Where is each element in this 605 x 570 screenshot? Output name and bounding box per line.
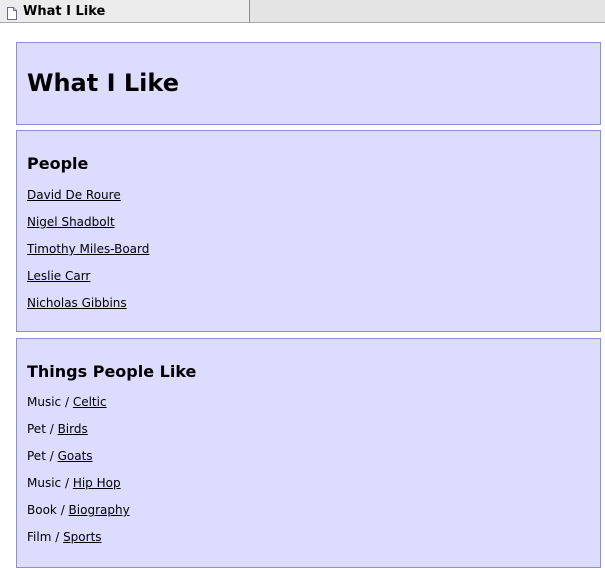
- list-item: Film / Sports: [27, 529, 102, 545]
- list-item: David De Roure: [27, 187, 121, 203]
- list-item: Music / Celtic: [27, 394, 107, 410]
- list-item: Pet / Birds: [27, 421, 88, 437]
- list-item: Nicholas Gibbins: [27, 295, 127, 311]
- person-link[interactable]: Nicholas Gibbins: [27, 296, 127, 310]
- separator: /: [51, 530, 64, 544]
- list-item: Timothy Miles-Board: [27, 241, 149, 257]
- thing-link[interactable]: Goats: [58, 449, 93, 463]
- category-label: Film: [27, 530, 52, 544]
- list-item: Book / Biography: [27, 502, 130, 518]
- separator: /: [45, 449, 58, 463]
- thing-link[interactable]: Birds: [58, 422, 88, 436]
- category-label: Music: [27, 476, 62, 490]
- thing-link[interactable]: Hip Hop: [73, 476, 121, 490]
- thing-link[interactable]: Biography: [69, 503, 130, 517]
- tab-what-i-like[interactable]: What I Like: [0, 0, 250, 23]
- category-label: Music: [27, 395, 62, 409]
- page-title: What I Like: [27, 69, 179, 97]
- separator: /: [45, 422, 58, 436]
- document-icon: [7, 5, 17, 20]
- tab-title: What I Like: [23, 3, 106, 19]
- people-heading: People: [27, 154, 89, 173]
- list-item: Nigel Shadbolt: [27, 214, 115, 230]
- people-panel: People David De Roure Nigel Shadbolt Tim…: [16, 130, 601, 332]
- category-label: Book: [27, 503, 57, 517]
- list-item: Pet / Goats: [27, 448, 93, 464]
- category-label: Pet: [27, 449, 46, 463]
- category-label: Pet: [27, 422, 46, 436]
- person-link[interactable]: Timothy Miles-Board: [27, 242, 149, 256]
- header-panel: What I Like: [16, 42, 601, 125]
- thing-link[interactable]: Sports: [63, 530, 101, 544]
- list-item: Music / Hip Hop: [27, 475, 121, 491]
- tab-bar: What I Like: [0, 0, 605, 23]
- things-panel: Things People Like Music / Celtic Pet / …: [16, 338, 601, 568]
- things-heading: Things People Like: [27, 362, 197, 381]
- thing-link[interactable]: Celtic: [73, 395, 107, 409]
- list-item: Leslie Carr: [27, 268, 90, 284]
- separator: /: [61, 395, 73, 409]
- separator: /: [56, 503, 69, 517]
- person-link[interactable]: Leslie Carr: [27, 269, 90, 283]
- person-link[interactable]: Nigel Shadbolt: [27, 215, 115, 229]
- separator: /: [61, 476, 73, 490]
- person-link[interactable]: David De Roure: [27, 188, 121, 202]
